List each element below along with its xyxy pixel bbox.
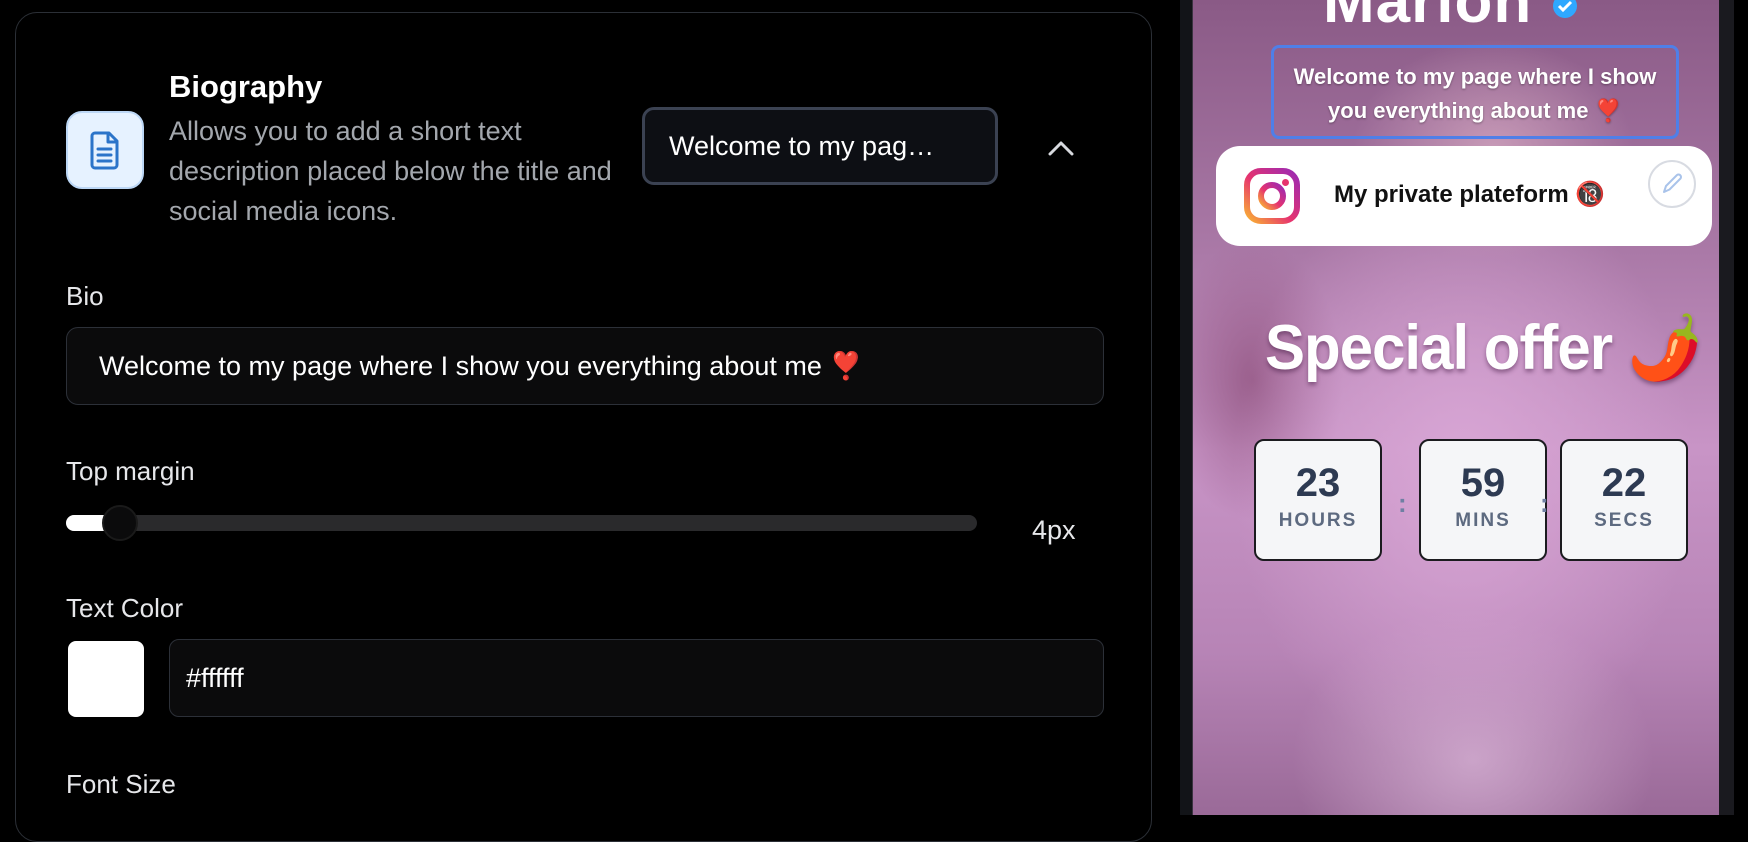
- top-margin-label: Top margin: [66, 456, 195, 486]
- bio-text-preview[interactable]: Welcome to my page where I show you ever…: [1271, 45, 1679, 139]
- phone-frame-edge: [1719, 0, 1734, 815]
- biography-editor-panel: Biography Allows you to add a short text…: [15, 12, 1152, 842]
- text-color-input[interactable]: #ffffff: [169, 639, 1104, 717]
- countdown-mins-unit: MINS: [1455, 510, 1511, 531]
- countdown-secs: 22 SECS: [1560, 439, 1688, 561]
- instagram-icon: [1244, 168, 1300, 224]
- bio-preview-field[interactable]: Welcome to my pag…: [642, 107, 998, 185]
- offer-title: Special offer 🌶️: [1265, 312, 1702, 383]
- top-margin-value: 4px: [1032, 515, 1076, 545]
- profile-name: Marion: [1323, 0, 1533, 36]
- countdown-mins-value: 59: [1460, 461, 1506, 505]
- pencil-icon: [1663, 173, 1682, 193]
- verified-badge-icon: [1553, 0, 1577, 18]
- bio-input[interactable]: Welcome to my page where I show you ever…: [66, 327, 1104, 405]
- countdown-secs-value: 22: [1601, 461, 1647, 505]
- font-size-label: Font Size: [66, 769, 176, 799]
- section-description: Allows you to add a short text descripti…: [169, 116, 612, 226]
- countdown-secs-unit: SECS: [1594, 510, 1654, 531]
- countdown-separator: :: [1398, 488, 1407, 518]
- chevron-up-icon: [1048, 141, 1074, 156]
- edit-link-button[interactable]: [1648, 160, 1696, 208]
- panel-divider: [1180, 0, 1192, 815]
- slider-thumb[interactable]: [102, 505, 139, 541]
- countdown-hours-value: 23: [1295, 461, 1341, 505]
- link-title: My private plateform 🔞: [1334, 181, 1606, 208]
- bio-label: Bio: [66, 281, 104, 311]
- link-card[interactable]: My private plateform 🔞: [1216, 146, 1712, 246]
- phone-preview: Marion Welcome to my page where I show y…: [1192, 0, 1734, 815]
- text-color-swatch[interactable]: [68, 641, 144, 717]
- section-title: Biography: [169, 69, 323, 104]
- collapse-button[interactable]: [1041, 128, 1081, 168]
- document-icon: [66, 111, 144, 189]
- countdown-hours: 23 HOURS: [1254, 439, 1382, 561]
- countdown-mins: 59 MINS: [1419, 439, 1547, 561]
- text-color-label: Text Color: [66, 593, 184, 623]
- countdown-separator: :: [1540, 488, 1549, 518]
- top-margin-slider[interactable]: [66, 505, 977, 541]
- countdown-hours-unit: HOURS: [1278, 510, 1358, 531]
